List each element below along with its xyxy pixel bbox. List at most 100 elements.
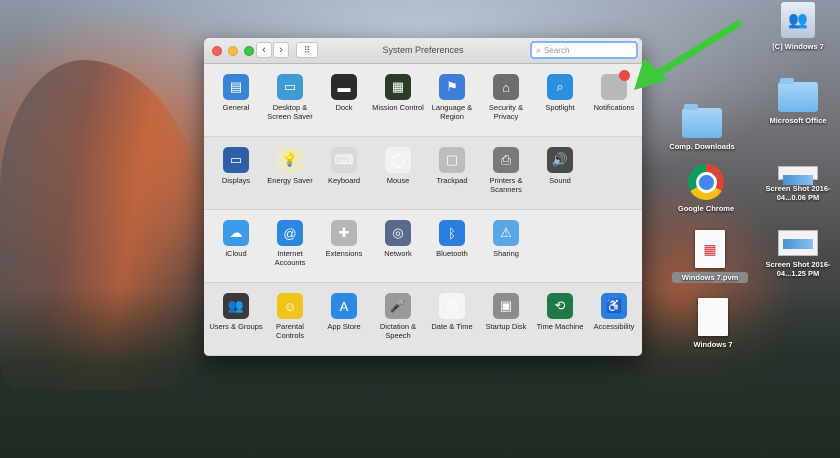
- magnifier-icon: ⌕: [547, 74, 573, 100]
- pane-accessibility[interactable]: ♿ Accessibility: [587, 293, 641, 331]
- pane-label: App Store: [327, 322, 361, 331]
- desktop-item-google-chrome[interactable]: Google Chrome: [670, 164, 742, 213]
- pane-trackpad[interactable]: ▢ Trackpad: [425, 147, 479, 185]
- preference-section-4: 👥 Users & Groups ☺ Parental Controls A App St…: [204, 283, 642, 356]
- pvm-file-icon: ▦: [695, 230, 725, 268]
- pane-display[interactable]: ▭ Displays: [209, 147, 263, 185]
- pane-users[interactable]: 👥 Users & Groups: [209, 293, 263, 331]
- speaker-icon: 🔊: [547, 147, 573, 173]
- pane-lightbulb[interactable]: 💡 Energy Saver: [263, 147, 317, 185]
- pane-cloud[interactable]: ☁ iCloud: [209, 220, 263, 258]
- pane-label: Keyboard: [327, 176, 361, 185]
- pane-speaker[interactable]: 🔊 Sound: [533, 147, 587, 185]
- pane-disk[interactable]: ▣ Startup Disk: [479, 293, 533, 331]
- arrow-shaft: [650, 20, 742, 80]
- parental-icon: ☺: [277, 293, 303, 319]
- flag-icon: ⚑: [439, 74, 465, 100]
- printer-icon: ⎙: [493, 147, 519, 173]
- pane-bluetooth[interactable]: ᛒ Bluetooth: [425, 220, 479, 258]
- pane-label: Security & Privacy: [488, 103, 524, 121]
- disk-icon: ▣: [493, 293, 519, 319]
- folder-icon: [682, 104, 722, 138]
- pane-desktop[interactable]: ▭ Desktop & Screen Saver: [263, 74, 317, 121]
- search-field[interactable]: ⌕: [530, 41, 638, 59]
- preference-section-3: ☁ iCloud @ Internet Accounts ✚ Extensions ◎ Net…: [204, 210, 642, 283]
- desktop-item-label: Microsoft Office: [769, 116, 827, 125]
- bluetooth-icon: ᛒ: [439, 220, 465, 246]
- globe-icon: ◎: [385, 220, 411, 246]
- pane-globe[interactable]: ◎ Network: [371, 220, 425, 258]
- pane-label: Sound: [549, 176, 571, 185]
- pane-label: Bluetooth: [436, 249, 468, 258]
- folder-sign-icon: ⚠: [493, 220, 519, 246]
- accessibility-icon: ♿: [601, 293, 627, 319]
- desktop-icon: ▭: [277, 74, 303, 100]
- notification-badge: [619, 70, 630, 81]
- title-bar[interactable]: ‹ › ⠿ System Preferences ⌕: [204, 38, 642, 64]
- display-icon: ▭: [223, 147, 249, 173]
- pane-magnifier[interactable]: ⌕ Spotlight: [533, 74, 587, 112]
- search-icon: ⌕: [536, 44, 542, 55]
- pane-general[interactable]: ▤ General: [209, 74, 263, 112]
- chrome-icon: [688, 164, 724, 200]
- pane-label: Extensions: [325, 249, 363, 258]
- pane-microphone[interactable]: 🎤 Dictation & Speech: [371, 293, 425, 340]
- desktop-item-comp-downloads[interactable]: Comp. Downloads: [664, 104, 740, 151]
- users-icon: 👥: [223, 293, 249, 319]
- general-icon: ▤: [223, 74, 249, 100]
- desktop-item-windows7[interactable]: Windows 7: [680, 298, 746, 349]
- pane-label: Sharing: [493, 249, 519, 258]
- pane-timemachine[interactable]: ⟲ Time Machine: [533, 293, 587, 331]
- pane-house-lock[interactable]: ⌂ Security & Privacy: [479, 74, 533, 121]
- desktop-item-label: [C] Windows 7: [772, 42, 824, 51]
- lightbulb-icon: 💡: [277, 147, 303, 173]
- pane-label: Parental Controls: [276, 322, 304, 340]
- pane-label: Startup Disk: [485, 322, 527, 331]
- desktop-item-label: Windows 7: [693, 340, 733, 349]
- desktop-item-label: Comp. Downloads: [669, 142, 735, 151]
- house-lock-icon: ⌂: [493, 74, 519, 100]
- trackpad-icon: ▢: [439, 147, 465, 173]
- pane-label: Accessibility: [593, 322, 635, 331]
- pane-label: Notifications: [593, 103, 635, 112]
- desktop-item-label: Screen Shot 2016-04...1.25 PM: [765, 260, 831, 278]
- pane-label: iCloud: [225, 249, 247, 258]
- screenshot-icon: [778, 230, 818, 256]
- desktop-item-screenshot-2[interactable]: Screen Shot 2016-04...1.25 PM: [758, 230, 838, 278]
- pane-keyboard[interactable]: ⌨ Keyboard: [317, 147, 371, 185]
- timemachine-icon: ⟲: [547, 293, 573, 319]
- desktop-item-screenshot-1[interactable]: Screen Shot 2016-04...0.06 PM: [758, 166, 838, 202]
- mouse-icon: ◯: [385, 147, 411, 173]
- pane-flag[interactable]: ⚑ Language & Region: [425, 74, 479, 121]
- pane-label: Date & Time: [431, 322, 473, 331]
- desktop-item-microsoft-office[interactable]: Microsoft Office: [760, 78, 836, 125]
- pane-mouse[interactable]: ◯ Mouse: [371, 147, 425, 185]
- pane-puzzle[interactable]: ✚ Extensions: [317, 220, 371, 258]
- pane-dock[interactable]: ▬ Dock: [317, 74, 371, 112]
- pane-parental[interactable]: ☺ Parental Controls: [263, 293, 317, 340]
- pane-at[interactable]: @ Internet Accounts: [263, 220, 317, 267]
- at-icon: @: [277, 220, 303, 246]
- search-input[interactable]: [544, 45, 625, 55]
- desktop-item-c-windows7[interactable]: 👥 [C] Windows 7: [762, 2, 834, 51]
- cloud-icon: ☁: [223, 220, 249, 246]
- pane-label: Mouse: [386, 176, 410, 185]
- microphone-icon: 🎤: [385, 293, 411, 319]
- pane-folder-sign[interactable]: ⚠ Sharing: [479, 220, 533, 258]
- pane-label: Time Machine: [536, 322, 584, 331]
- dock-icon: ▬: [331, 74, 357, 100]
- document-icon: [698, 298, 728, 336]
- pane-label: Energy Saver: [267, 176, 313, 185]
- pane-printer[interactable]: ⎙ Printers & Scanners: [479, 147, 533, 194]
- desktop-item-label: Google Chrome: [677, 204, 735, 213]
- pane-label: Dictation & Speech: [379, 322, 417, 340]
- pane-appstore[interactable]: A App Store: [317, 293, 371, 331]
- pane-label: Network: [384, 249, 412, 258]
- folder-icon: [778, 78, 818, 112]
- preference-section-2: ▭ Displays 💡 Energy Saver ⌨ Keyboard ◯ Mouse ▢ Tr…: [204, 137, 642, 210]
- pane-clock[interactable]: ◷ Date & Time: [425, 293, 479, 331]
- pane-label: Spotlight: [545, 103, 575, 112]
- desktop-item-label: Windows 7.pvm: [672, 272, 748, 283]
- pane-mission-control[interactable]: ▦ Mission Control: [371, 74, 425, 112]
- desktop-item-windows7-pvm[interactable]: ▦ Windows 7.pvm: [672, 230, 748, 283]
